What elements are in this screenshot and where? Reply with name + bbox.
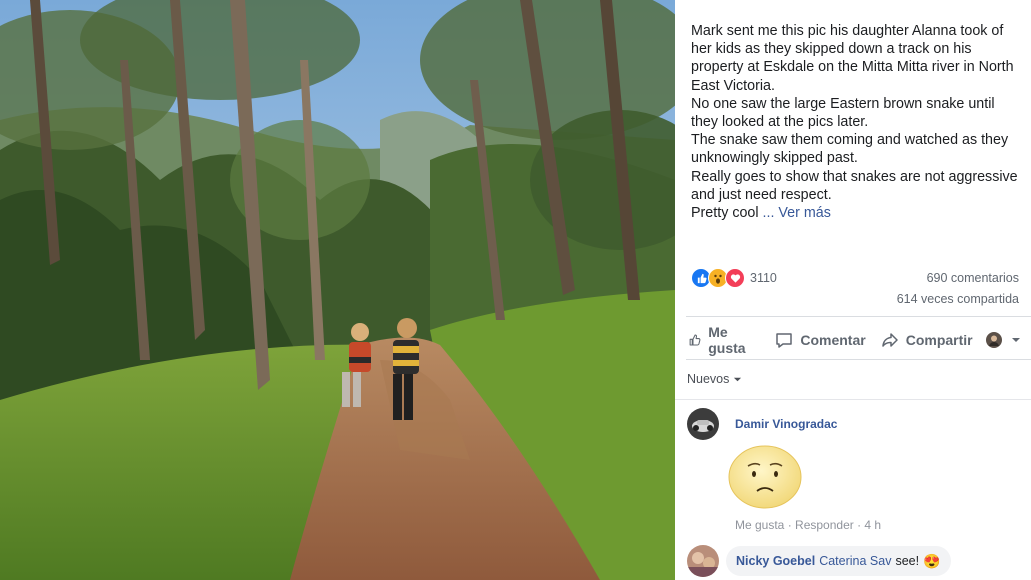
comment-like-link[interactable]: Me gusta [735,518,784,532]
bushland-track-photo [0,0,675,580]
avatar[interactable] [687,408,719,440]
tagged-user-link[interactable]: Caterina Sav [819,554,891,568]
like-button[interactable]: Me gusta [688,324,751,356]
post-line: Really goes to show that snakes are not … [691,168,1018,203]
reactions-summary[interactable]: 3110 [691,268,777,288]
separator: · [784,518,796,532]
like-label: Me gusta [708,324,746,356]
caret-down-icon [1011,338,1020,342]
divider [686,316,1031,317]
action-bar: Me gusta Comentar Compartir [686,324,1027,356]
post-text: Mark sent me this pic his daughter Alann… [691,22,1021,222]
see-more-link[interactable]: ... Ver más [763,205,831,221]
post-line: Mark sent me this pic his daughter Alann… [691,23,1014,94]
comment-label: Comentar [800,332,866,348]
post-line-end: Pretty cool [691,205,763,222]
divider [686,359,1031,360]
comment-sort-dropdown[interactable]: Nuevos [687,372,742,386]
shares-count[interactable]: 614 veces compartida [897,292,1019,306]
comment-bubble: Nicky Goebel Caterina Sav see! 😍 [726,546,951,576]
comment-text: see! [895,554,920,568]
post-line: No one saw the large Eastern brown snake… [691,95,995,131]
commenter-name[interactable]: Nicky Goebel [736,554,815,568]
comment-icon [776,333,793,348]
profile-avatar-icon [985,332,1002,348]
thumbs-up-icon [689,334,701,346]
comment-reply-link[interactable]: Responder [795,518,854,532]
share-icon [881,333,898,347]
separator: · [853,518,865,532]
avatar[interactable] [687,545,719,577]
heart-eyes-emoji: 😍 [923,552,941,569]
commenter-name[interactable]: Damir Vinogradac [735,417,837,431]
post-line: The snake saw them coming and watched as… [691,132,1009,167]
comments-count[interactable]: 690 comentarios [927,271,1019,285]
comment-meta: Me gusta · Responder · 4 h [735,518,881,532]
comment-time[interactable]: 4 h [864,518,881,532]
caret-down-icon [734,377,742,381]
sort-label: Nuevos [687,372,730,386]
share-label: Compartir [905,332,973,348]
share-button[interactable]: Compartir [880,330,973,350]
audience-selector[interactable] [985,332,1027,348]
divider [675,399,1031,400]
post-line-last: Pretty cool ... Ver más [691,204,1021,222]
post-photo[interactable] [0,0,675,580]
reactions-count: 3110 [750,271,777,285]
comment-button[interactable]: Comentar [774,330,866,350]
love-icon [725,268,745,288]
sad-face-sticker [728,444,802,515]
